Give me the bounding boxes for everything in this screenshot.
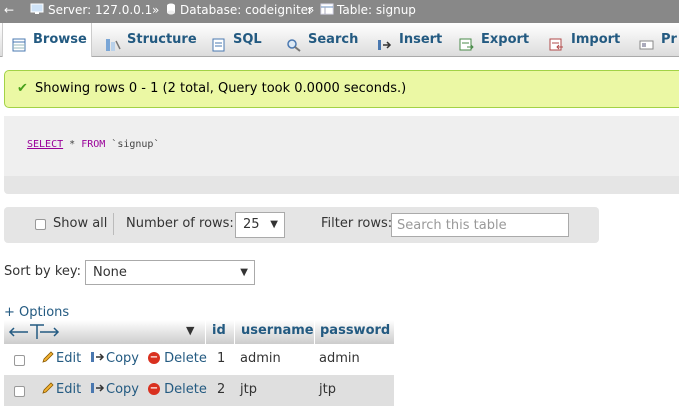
column-resize-arrows-icon[interactable] bbox=[8, 322, 60, 346]
breadcrumb: ← Server: 127.0.0.1 » Database: codeigni… bbox=[0, 0, 679, 23]
breadcrumb-server[interactable]: Server: 127.0.0.1 bbox=[48, 3, 152, 17]
search-icon bbox=[286, 32, 302, 52]
sql-query-text[interactable]: SELECT * FROM `signup` bbox=[27, 139, 159, 150]
copy-button[interactable]: Copy bbox=[90, 351, 139, 366]
sort-dropdown-icon[interactable]: ▼ bbox=[186, 320, 194, 344]
column-header-username[interactable]: username bbox=[241, 320, 314, 344]
cell-id: 2 bbox=[217, 382, 226, 397]
tab-sql[interactable]: SQL bbox=[203, 23, 273, 56]
table-row: Edit Copy − Delete 2 jtp jtp bbox=[4, 375, 394, 406]
server-icon bbox=[30, 3, 44, 18]
table-header: ▼ id username password bbox=[4, 320, 394, 344]
pencil-icon bbox=[40, 381, 56, 397]
success-message: ✔ Showing rows 0 - 1 (2 total, Query too… bbox=[4, 70, 679, 108]
breadcrumb-table[interactable]: Table: signup bbox=[337, 3, 416, 17]
sql-query-box bbox=[4, 116, 679, 194]
show-all-checkbox[interactable] bbox=[35, 219, 46, 230]
sort-value: None bbox=[93, 265, 127, 280]
sql-icon bbox=[211, 32, 227, 51]
tab-browse[interactable]: Browse bbox=[2, 23, 92, 57]
sql-keyword-select[interactable]: SELECT bbox=[27, 139, 63, 150]
tab-import[interactable]: Import bbox=[541, 23, 629, 56]
cell-password: admin bbox=[319, 351, 360, 366]
cell-id: 1 bbox=[217, 351, 226, 366]
cell-username: jtp bbox=[240, 382, 257, 397]
rows-per-page-value: 25 bbox=[243, 217, 260, 232]
tab-export[interactable]: Export bbox=[451, 23, 539, 56]
tab-label: Search bbox=[308, 32, 359, 47]
edit-button[interactable]: Edit bbox=[40, 350, 81, 366]
edit-button[interactable]: Edit bbox=[40, 381, 81, 397]
rows-per-page-select[interactable]: 25 ▼ bbox=[235, 212, 285, 238]
dropdown-arrow-icon: ▼ bbox=[270, 219, 278, 230]
pencil-icon bbox=[40, 350, 56, 366]
tab-label: SQL bbox=[233, 32, 262, 47]
copy-button[interactable]: Copy bbox=[90, 382, 139, 397]
cell-username: admin bbox=[240, 351, 281, 366]
export-icon bbox=[459, 32, 475, 50]
tab-label: Browse bbox=[33, 32, 87, 47]
options-link[interactable]: + Options bbox=[4, 305, 69, 320]
browse-icon bbox=[11, 32, 27, 51]
sql-table-name: `signup` bbox=[105, 139, 160, 150]
tab-structure[interactable]: Structure bbox=[97, 23, 197, 56]
checkmark-icon: ✔ bbox=[17, 81, 28, 96]
delete-button[interactable]: − Delete bbox=[148, 351, 207, 366]
table-row: Edit Copy − Delete 1 admin admin bbox=[4, 344, 394, 375]
tab-label: Export bbox=[481, 32, 530, 47]
success-text: Showing rows 0 - 1 (2 total, Query took … bbox=[35, 81, 407, 96]
tab-label: Pr bbox=[661, 32, 677, 47]
dropdown-arrow-icon: ▼ bbox=[240, 267, 248, 278]
row-checkbox[interactable] bbox=[14, 386, 25, 397]
structure-icon bbox=[105, 32, 121, 51]
tab-search[interactable]: Search bbox=[278, 23, 363, 56]
sql-keyword-from: FROM bbox=[81, 139, 106, 150]
privileges-icon bbox=[639, 32, 655, 49]
filter-label: Filter rows: bbox=[321, 216, 393, 231]
column-header-id[interactable]: id bbox=[212, 320, 226, 344]
tab-insert[interactable]: Insert bbox=[369, 23, 449, 56]
delete-icon: − bbox=[148, 351, 160, 364]
delete-button[interactable]: − Delete bbox=[148, 382, 207, 397]
tab-label: Insert bbox=[399, 32, 443, 47]
rows-label: Number of rows: bbox=[126, 216, 234, 231]
breadcrumb-database[interactable]: Database: codeigniter bbox=[180, 3, 313, 17]
copy-icon bbox=[90, 351, 106, 366]
insert-icon bbox=[377, 32, 393, 50]
sql-star: * bbox=[63, 139, 82, 150]
row-checkbox[interactable] bbox=[14, 355, 25, 366]
cell-password: jtp bbox=[319, 382, 336, 397]
tab-label: Structure bbox=[127, 32, 197, 47]
show-all-label: Show all bbox=[53, 216, 108, 231]
column-header-password[interactable]: password bbox=[320, 320, 390, 344]
tab-label: Import bbox=[571, 32, 621, 47]
delete-icon: − bbox=[148, 382, 160, 395]
copy-icon bbox=[90, 382, 106, 397]
import-icon bbox=[549, 32, 565, 50]
sort-label: Sort by key: bbox=[4, 264, 82, 279]
filter-input[interactable] bbox=[391, 213, 569, 237]
back-arrow-icon[interactable]: ← bbox=[4, 3, 14, 17]
divider bbox=[113, 213, 114, 235]
breadcrumb-separator: » bbox=[152, 3, 160, 17]
breadcrumb-separator: » bbox=[307, 3, 315, 17]
tab-bar: Browse Structure SQL Search Insert Expor… bbox=[0, 23, 679, 57]
database-icon bbox=[166, 3, 176, 18]
tab-privileges[interactable]: Pr bbox=[631, 23, 679, 56]
table-icon bbox=[320, 3, 334, 18]
sort-select[interactable]: None ▼ bbox=[85, 260, 255, 285]
